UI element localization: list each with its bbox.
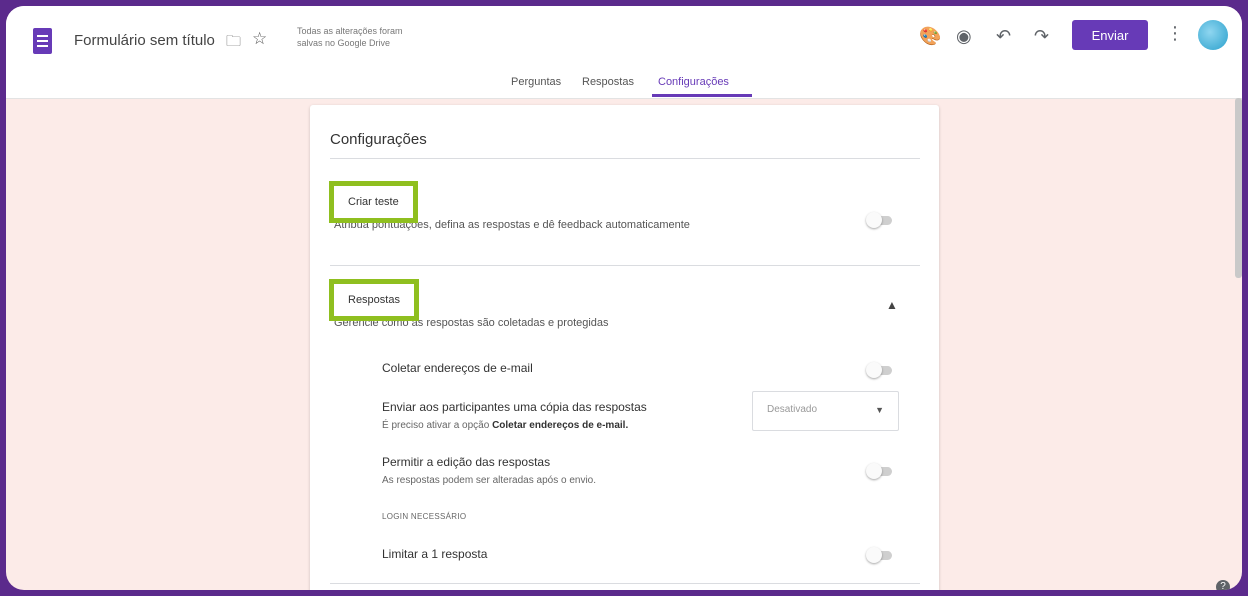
quiz-section-title: Criar teste (329, 181, 418, 223)
divider (330, 158, 920, 159)
more-menu-icon[interactable]: ⋮ (1166, 23, 1184, 44)
quiz-description: Atribua pontuações, defina as respostas … (334, 219, 690, 231)
tab-bar: Perguntas Respostas Configurações (6, 74, 1242, 98)
active-tab-indicator (652, 94, 752, 97)
login-required-caption: LOGIN NECESSÁRIO (382, 512, 467, 521)
header: Formulário sem título 🗀 ☆ Todas as alter… (6, 6, 1242, 99)
settings-title: Configurações (330, 131, 427, 148)
palette-icon[interactable]: 🎨 (919, 26, 941, 47)
send-copy-hint: É preciso ativar a opção Coletar endereç… (382, 420, 629, 431)
caret-down-icon: ▼ (875, 405, 884, 415)
send-copy-label: Enviar aos participantes uma cópia das r… (382, 400, 647, 414)
scrollbar[interactable] (1235, 98, 1242, 278)
collect-email-toggle[interactable] (866, 362, 894, 378)
limit-response-label: Limitar a 1 resposta (382, 547, 488, 561)
star-icon[interactable]: ☆ (252, 29, 267, 49)
avatar[interactable] (1198, 20, 1228, 50)
save-status: Todas as alterações foram salvas no Goog… (297, 26, 403, 48)
redo-icon[interactable]: ↷ (1034, 26, 1049, 47)
settings-card: Configurações Criar teste Atribua pontua… (310, 105, 939, 590)
send-button[interactable]: Enviar (1072, 20, 1148, 50)
select-value: Desativado (767, 404, 818, 415)
chevron-up-icon[interactable]: ▲ (886, 298, 898, 312)
responses-description: Gerencie como as respostas são coletadas… (334, 317, 609, 329)
help-icon[interactable]: ? (1216, 580, 1230, 590)
quiz-toggle[interactable] (866, 212, 894, 228)
preview-eye-icon[interactable]: ◉ (956, 26, 972, 47)
forms-logo-icon[interactable] (33, 28, 52, 54)
app-frame: Formulário sem título 🗀 ☆ Todas as alter… (6, 6, 1242, 590)
tab-questions[interactable]: Perguntas (511, 76, 561, 88)
responses-section-title: Respostas (329, 279, 419, 321)
tab-settings[interactable]: Configurações (658, 76, 729, 88)
tab-responses[interactable]: Respostas (582, 76, 634, 88)
allow-edit-hint: As respostas podem ser alteradas após o … (382, 475, 597, 486)
allow-edit-label: Permitir a edição das respostas (382, 455, 551, 469)
collect-email-label: Coletar endereços de e-mail (382, 361, 533, 375)
allow-edit-toggle[interactable] (866, 463, 894, 479)
divider (330, 265, 920, 266)
divider (330, 583, 920, 584)
undo-icon[interactable]: ↶ (996, 26, 1011, 47)
form-title[interactable]: Formulário sem título (74, 32, 215, 49)
limit-response-toggle[interactable] (866, 547, 894, 563)
send-copy-select[interactable]: Desativado ▼ (752, 391, 899, 431)
folder-icon[interactable]: 🗀 (226, 31, 241, 56)
